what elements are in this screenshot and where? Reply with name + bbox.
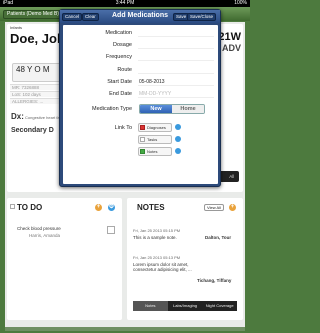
todo-item-sub: Harris, Amanda <box>29 233 61 238</box>
notes-title: NOTES <box>137 203 165 212</box>
tasks-icon <box>140 137 145 142</box>
diagnoses-icon <box>140 125 145 130</box>
type-new[interactable]: New <box>140 105 172 113</box>
add-todo-button[interactable]: + <box>95 204 102 211</box>
todo-title: TO DO <box>17 203 43 212</box>
frequency-field[interactable] <box>138 53 214 61</box>
status-bar: iPad 3:44 PM 100% <box>0 0 250 7</box>
start-date-label: Start Date <box>107 79 132 85</box>
back-button[interactable]: Patients (Demo Med B) <box>3 10 63 19</box>
save-close-button[interactable]: Save/Close <box>187 13 217 21</box>
seg-labs-imaging[interactable]: Labs/Imaging <box>168 301 203 311</box>
medication-form: Medication Dosage Frequency Route Start … <box>63 25 218 184</box>
notes-segment: Notes Labs/Imaging Night Coverage <box>133 301 237 311</box>
note-author: Dalton, Tour <box>205 235 232 240</box>
modal-header: Cancel Clear Add Medications Save Save/C… <box>60 10 220 23</box>
notes-icon <box>140 149 145 154</box>
seg-night-coverage[interactable]: Night Coverage <box>202 301 237 311</box>
view-all-button[interactable]: View All <box>204 204 224 211</box>
medication-field[interactable] <box>138 29 214 37</box>
medication-type-segment: New Home <box>139 104 205 114</box>
footer-bar <box>5 327 245 331</box>
note-date: Fri, Jan 25 2013 05:13 PM <box>133 255 181 260</box>
todo-checkbox[interactable] <box>107 226 115 234</box>
link-diagnoses-button[interactable]: Diagnoses <box>138 123 172 132</box>
patient-room: 21W <box>218 31 241 43</box>
todo-card: TO DO + ⚙ Check blood pressure Harris, A… <box>7 198 122 320</box>
route-field[interactable] <box>138 66 214 74</box>
note-author: Tichang, Tiffany <box>197 278 232 283</box>
link-tasks-label: Tasks <box>147 137 158 142</box>
info-icon[interactable] <box>175 136 181 142</box>
notes-card: NOTES View All + Fri, Jan 25 2013 05:15 … <box>127 198 243 320</box>
section-label: Infants <box>10 25 23 30</box>
note-text[interactable]: Lorem ipsum dolor sit amet, consectetur … <box>133 262 197 272</box>
dosage-field[interactable] <box>138 41 214 49</box>
todo-item[interactable]: Check blood pressure <box>17 226 61 231</box>
todo-settings-icon[interactable]: ⚙ <box>108 204 115 211</box>
info-icon[interactable] <box>175 148 181 154</box>
dx-label: Dx: <box>11 112 24 121</box>
link-notes-button[interactable]: Notes <box>138 147 172 156</box>
medication-type-label: Medication Type <box>92 106 132 112</box>
note-date: Fri, Jan 25 2013 05:15 PM <box>133 228 181 233</box>
secondary-dx-label: Secondary D <box>11 127 54 134</box>
link-tasks-button[interactable]: Tasks <box>138 135 172 144</box>
battery-label: 100% <box>234 0 247 6</box>
seg-all[interactable]: All <box>225 171 240 182</box>
add-medications-modal: Cancel Clear Add Medications Save Save/C… <box>59 9 221 187</box>
frequency-label: Frequency <box>106 54 132 60</box>
link-to-label: Link To <box>114 125 132 131</box>
medication-label: Medication <box>105 30 132 36</box>
dosage-label: Dosage <box>113 42 132 48</box>
add-note-button[interactable]: + <box>229 204 236 211</box>
seg-notes[interactable]: Notes <box>133 301 168 311</box>
note-text[interactable]: This is a sample note. <box>133 235 177 240</box>
type-home[interactable]: Home <box>172 105 204 113</box>
clock: 3:44 PM <box>115 0 135 6</box>
end-date-label: End Date <box>109 91 132 97</box>
info-icon[interactable] <box>175 124 181 130</box>
start-date-field[interactable]: 05-08-2013 <box>138 78 214 86</box>
end-date-field[interactable]: MM-DD-YYYY <box>138 90 214 98</box>
link-notes-label: Notes <box>147 149 158 154</box>
link-diagnoses-label: Diagnoses <box>147 125 166 130</box>
patient-status: ADV <box>221 43 241 53</box>
checkbox-icon <box>10 204 15 209</box>
route-label: Route <box>117 67 132 73</box>
